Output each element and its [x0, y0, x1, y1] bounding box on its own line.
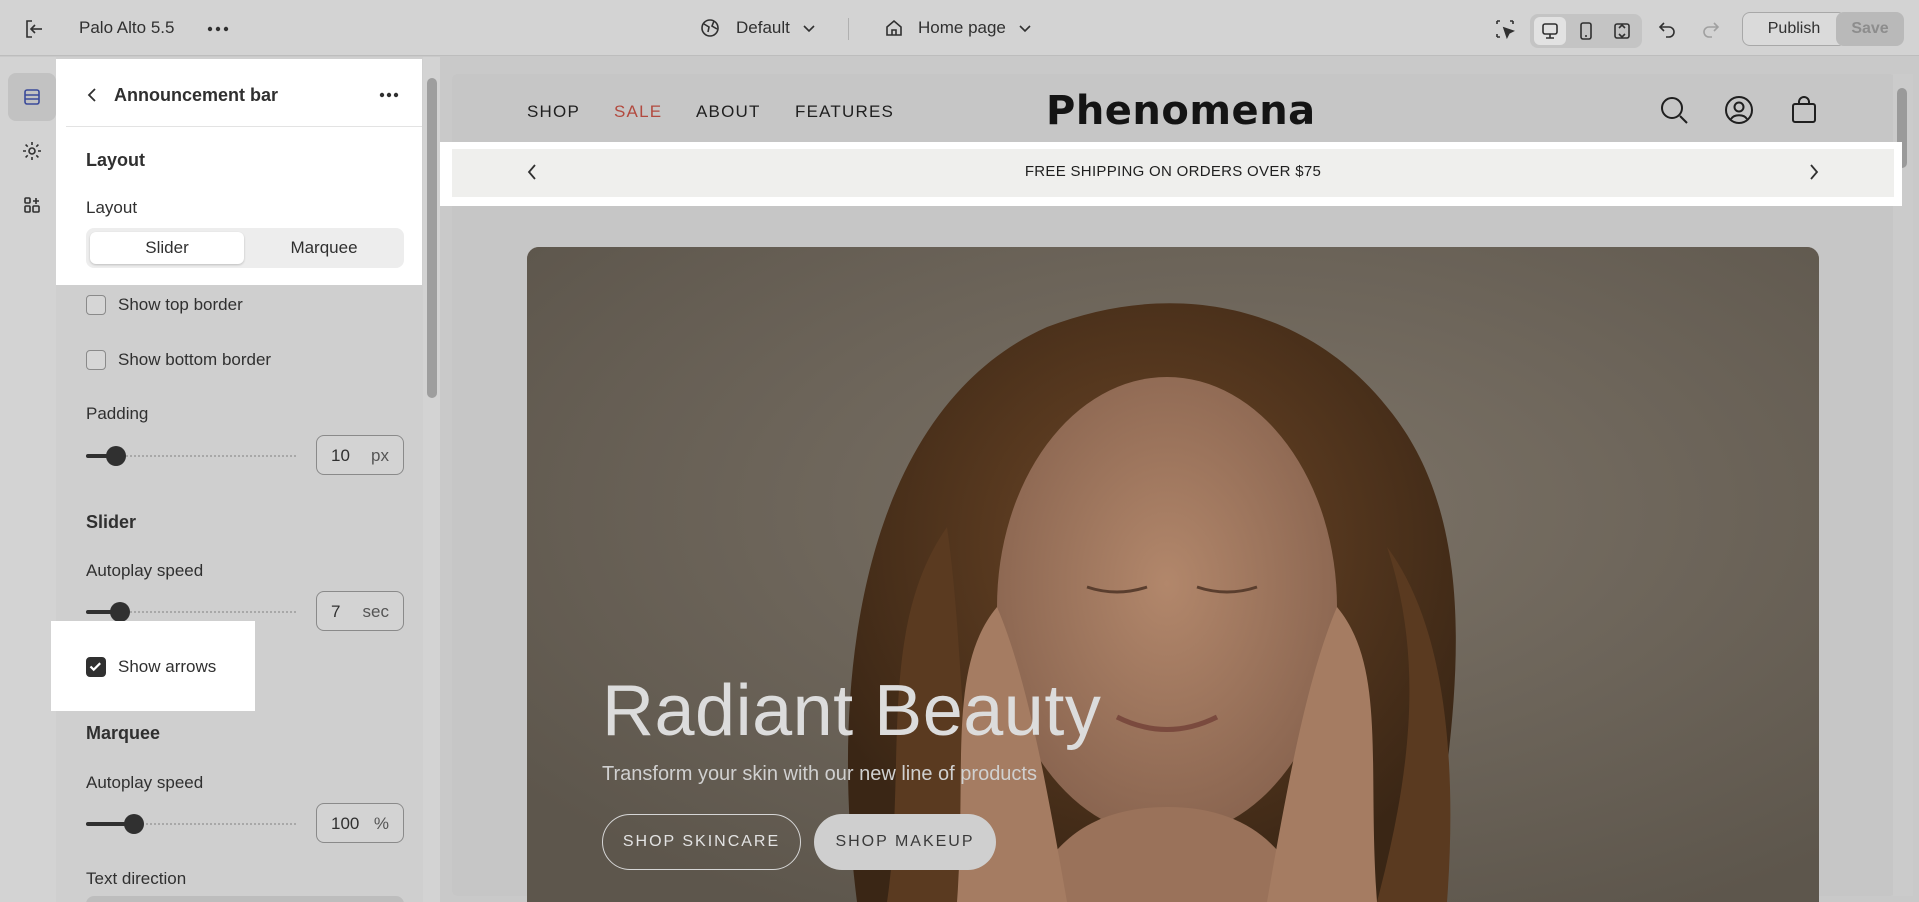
marquee-autoplay-input[interactable]: 100 %	[316, 803, 404, 843]
announcement-next-arrow-icon[interactable]	[1802, 160, 1826, 184]
apps-icon	[24, 197, 40, 213]
marquee-autoplay-label: Autoplay speed	[86, 773, 204, 792]
slider-autoplay-label: Autoplay speed	[86, 561, 204, 580]
slider-heading: Slider	[86, 512, 137, 532]
layout-option-slider[interactable]: Slider	[90, 232, 244, 264]
panel-scroll-thumb[interactable]	[427, 78, 437, 398]
top-bar: Palo Alto 5.5 Default Home page Publish …	[0, 0, 1919, 56]
show-arrows-label: Show arrows	[118, 657, 217, 676]
fullscreen-icon[interactable]	[1606, 17, 1638, 45]
gear-icon	[23, 142, 41, 160]
padding-value: 10	[331, 446, 350, 465]
more-icon[interactable]	[204, 18, 232, 40]
chevron-down-icon	[803, 25, 815, 33]
store-name: Palo Alto 5.5	[79, 18, 175, 37]
slider-autoplay-unit: sec	[362, 602, 389, 621]
hero-image	[527, 247, 1819, 902]
show-top-border-checkbox[interactable]	[86, 295, 106, 315]
theme-select[interactable]: Default	[700, 18, 816, 38]
padding-slider-knob[interactable]	[106, 446, 126, 466]
page-select-label: Home page	[918, 18, 1006, 37]
nav-about[interactable]: ABOUT	[696, 102, 761, 122]
settings-button[interactable]	[8, 127, 56, 175]
marquee-autoplay-value: 100	[331, 814, 360, 833]
marquee-heading: Marquee	[86, 723, 161, 743]
slider-autoplay-knob[interactable]	[110, 602, 130, 622]
theme-select-label: Default	[736, 18, 790, 37]
sections-icon	[24, 89, 40, 105]
publish-button[interactable]: Publish	[1742, 12, 1846, 46]
announcement-text: FREE SHIPPING ON ORDERS OVER $75	[1024, 163, 1322, 180]
slider-autoplay-input[interactable]: 7 sec	[316, 591, 404, 631]
marquee-autoplay-unit: %	[373, 814, 389, 833]
padding-input[interactable]: 10 px	[316, 435, 404, 475]
layout-label: Layout	[86, 198, 138, 217]
home-icon	[886, 19, 902, 36]
nav-sale[interactable]: SALE	[614, 102, 662, 122]
text-direction-control[interactable]	[86, 896, 404, 902]
inspector-icon[interactable]	[1490, 16, 1520, 42]
store-logo[interactable]: Phenomena	[1046, 88, 1316, 134]
mobile-icon[interactable]	[1570, 17, 1602, 45]
hero-title: Radiant Beauty	[602, 671, 1102, 751]
page-select[interactable]: Home page	[884, 18, 1032, 38]
show-arrows-checkbox[interactable]	[86, 657, 106, 677]
layout-option-marquee-label: Marquee	[290, 238, 358, 257]
hero-banner	[527, 247, 1819, 902]
show-top-border-label: Show top border	[118, 295, 243, 314]
layout-heading: Layout	[86, 150, 146, 170]
undo-icon[interactable]	[1652, 16, 1682, 42]
chevron-down-icon	[1019, 25, 1031, 33]
show-bottom-border-checkbox[interactable]	[86, 350, 106, 370]
padding-unit: px	[371, 446, 389, 465]
layout-option-marquee[interactable]: Marquee	[248, 232, 400, 264]
checkmark-icon	[89, 662, 101, 672]
divider	[66, 126, 422, 127]
exit-icon[interactable]	[20, 16, 48, 42]
search-icon[interactable]	[1658, 94, 1690, 126]
desktop-icon[interactable]	[1534, 17, 1566, 45]
nav-shop[interactable]: SHOP	[527, 102, 580, 122]
save-button[interactable]: Save	[1836, 12, 1904, 46]
padding-label: Padding	[86, 404, 149, 423]
cart-icon[interactable]	[1788, 94, 1820, 126]
sections-button[interactable]	[8, 73, 56, 121]
account-icon[interactable]	[1723, 94, 1755, 126]
divider	[848, 18, 849, 40]
marquee-autoplay-knob[interactable]	[124, 814, 144, 834]
left-rail	[0, 57, 56, 902]
shop-makeup-button[interactable]: SHOP MAKEUP	[814, 814, 996, 870]
apps-button[interactable]	[8, 181, 56, 229]
nav-features[interactable]: FEATURES	[795, 102, 894, 122]
slider-autoplay-value: 7	[331, 602, 341, 621]
panel-more-icon[interactable]	[376, 85, 402, 105]
text-direction-label: Text direction	[86, 869, 187, 888]
panel-title: Announcement bar	[114, 85, 279, 105]
layout-option-slider-label: Slider	[145, 238, 189, 257]
globe-icon	[701, 19, 719, 37]
hero-subtitle: Transform your skin with our new line of…	[602, 763, 1037, 785]
shop-skincare-button[interactable]: SHOP SKINCARE	[602, 814, 801, 870]
announcement-prev-arrow-icon[interactable]	[520, 160, 544, 184]
redo-icon[interactable]	[1696, 16, 1726, 42]
back-icon[interactable]	[80, 83, 104, 107]
show-bottom-border-label: Show bottom border	[118, 350, 272, 369]
